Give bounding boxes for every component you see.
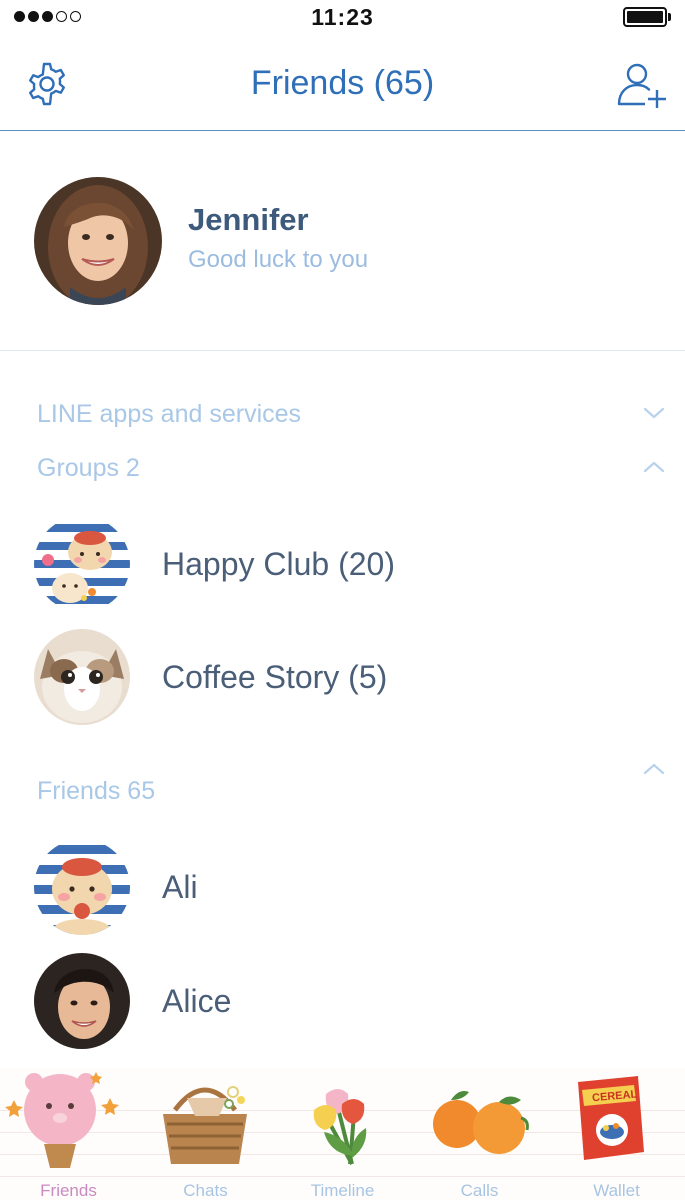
tab-label: Friends <box>40 1181 97 1200</box>
friend-name: Ali <box>162 869 198 905</box>
group-avatar <box>34 516 130 612</box>
chevron-up-icon[interactable] <box>643 762 665 776</box>
nav-header: Friends (65) <box>0 40 685 131</box>
chevron-down-icon[interactable] <box>643 406 665 420</box>
status-time: 11:23 <box>311 4 374 30</box>
friend-name: Alice <box>162 983 232 1019</box>
tab-label: Timeline <box>310 1181 375 1200</box>
group-name: Happy Club (20) <box>162 546 395 582</box>
tab-label: Wallet <box>593 1181 640 1200</box>
group-name: Coffee Story (5) <box>162 659 388 695</box>
group-row-coffee-story[interactable]: Coffee Story (5) <box>0 627 685 727</box>
cereal-box-icon: CEREAL <box>578 1076 644 1160</box>
picnic-basket-icon <box>163 1086 247 1164</box>
tab-label: Chats <box>183 1181 228 1200</box>
tab-bar: Friends Chats Timeline Calls CEREAL Wall… <box>0 1068 685 1200</box>
oranges-icon <box>433 1091 529 1154</box>
friend-row-ali[interactable]: Ali <box>0 837 685 937</box>
page-title: Friends (65) <box>250 64 435 102</box>
tab-chats[interactable]: Chats <box>137 1068 274 1200</box>
chevron-up-icon[interactable] <box>643 460 665 474</box>
battery-icon <box>623 7 671 27</box>
friend-avatar <box>34 953 130 1049</box>
group-row-happy-club[interactable]: Happy Club (20) <box>0 514 685 614</box>
tab-calls[interactable]: Calls <box>411 1068 548 1200</box>
profile-name: Jennifer <box>188 202 309 237</box>
section-line-apps[interactable]: LINE apps and services <box>37 400 301 429</box>
tab-label: Calls <box>460 1181 499 1200</box>
profile-avatar[interactable] <box>34 177 162 305</box>
tab-wallet[interactable]: CEREAL Wallet <box>548 1068 685 1200</box>
tab-timeline[interactable]: Timeline <box>274 1068 411 1200</box>
friend-avatar <box>34 839 130 935</box>
section-groups[interactable]: Groups 2 <box>37 454 140 483</box>
tulips-icon <box>313 1089 367 1165</box>
status-bar: 11:23 <box>0 0 685 36</box>
group-avatar <box>34 629 130 725</box>
profile-status-message: Good luck to you <box>188 246 369 273</box>
pink-bear-balloon-icon <box>5 1072 119 1168</box>
tab-friends[interactable]: Friends <box>0 1068 137 1200</box>
my-profile[interactable]: Jennifer Good luck to you <box>0 132 685 351</box>
friend-row-alice[interactable]: Alice <box>0 951 685 1051</box>
section-friends[interactable]: Friends 65 <box>37 777 155 806</box>
add-friend-icon[interactable] <box>615 60 669 110</box>
